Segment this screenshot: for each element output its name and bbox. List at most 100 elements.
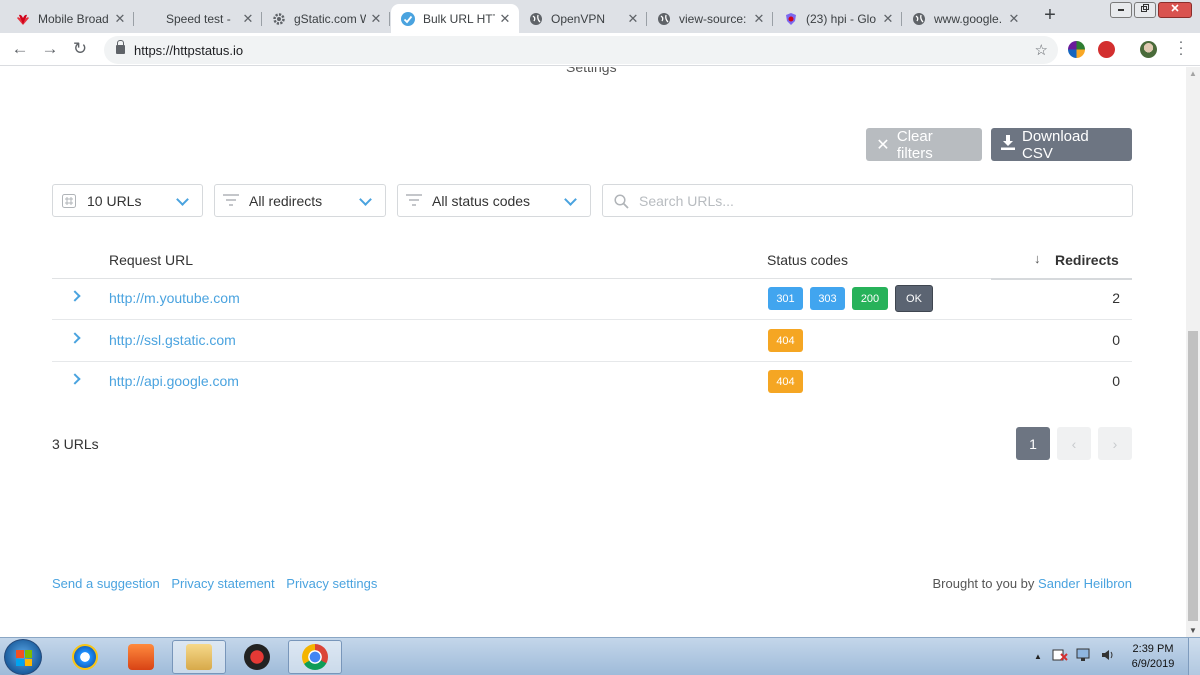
column-header-status: Status codes [767, 252, 848, 268]
redirects-dropdown[interactable]: All redirects [214, 184, 386, 217]
download-icon [1001, 134, 1015, 155]
status-badge: 404 [768, 329, 803, 352]
tab-speed-test[interactable]: Speed test - ✕ [134, 4, 262, 33]
close-icon[interactable]: ✕ [753, 11, 765, 27]
chevron-right-icon[interactable] [71, 290, 81, 300]
pagination-prev[interactable]: ‹ [1057, 427, 1091, 460]
table-row[interactable]: http://api.google.com 404 0 [52, 362, 1132, 403]
tab-mobile-broadband[interactable]: Mobile Broad ✕ [6, 4, 134, 33]
address-text: https://httpstatus.io [134, 43, 244, 58]
scrollbar-thumb[interactable] [1188, 331, 1198, 621]
close-icon[interactable]: ✕ [370, 11, 382, 27]
back-button[interactable]: ← [10, 40, 30, 60]
tab-title: (23) hpi - Glo [806, 11, 877, 26]
request-url-link[interactable]: http://ssl.gstatic.com [109, 332, 236, 348]
close-icon[interactable]: ✕ [499, 11, 511, 27]
privacy-settings-link[interactable]: Privacy settings [286, 576, 377, 591]
tab-title: OpenVPN [551, 11, 606, 26]
request-url-link[interactable]: http://m.youtube.com [109, 290, 240, 306]
volume-icon[interactable] [1100, 648, 1116, 665]
show-desktop-button[interactable] [1188, 638, 1200, 675]
close-icon[interactable]: ✕ [882, 11, 894, 27]
close-icon[interactable]: ✕ [1008, 11, 1020, 27]
tab-gstatic[interactable]: gStatic.com W ✕ [262, 4, 390, 33]
tab-bulk-url[interactable]: Bulk URL HTT ✕ [391, 4, 519, 33]
status-badge-ok: OK [895, 285, 933, 312]
start-button[interactable] [4, 639, 42, 675]
column-header-url: Request URL [109, 252, 194, 268]
chevron-right-icon[interactable] [71, 373, 81, 383]
reload-button[interactable]: ↻ [70, 40, 90, 60]
author-link[interactable]: Sander Heilbron [1038, 576, 1132, 591]
chevron-down-icon [359, 195, 371, 207]
close-icon[interactable]: ✕ [114, 11, 126, 27]
lock-icon [116, 40, 125, 54]
action-center-icon[interactable] [1052, 648, 1068, 665]
status-code-list: 404 [768, 329, 810, 352]
taskbar-media-player[interactable] [114, 640, 168, 674]
table-row[interactable]: http://m.youtube.com 301 303 200 OK 2 [52, 279, 1132, 320]
tab-title: gStatic.com W [294, 11, 366, 26]
adblock-icon[interactable] [1098, 41, 1115, 58]
request-url-link[interactable]: http://api.google.com [109, 373, 239, 389]
download-csv-button[interactable]: Download CSV [991, 128, 1132, 162]
status-codes-dropdown[interactable]: All status codes [397, 184, 591, 217]
footer-links: Send a suggestion Privacy statement Priv… [52, 576, 385, 591]
forward-button[interactable]: → [40, 40, 60, 60]
sort-arrow-icon[interactable]: ↓ [1034, 251, 1041, 266]
menu-icon[interactable]: · · · [1176, 34, 1186, 61]
vertical-scrollbar[interactable]: ▲ ▼ [1186, 67, 1200, 637]
settings-link[interactable]: Settings [566, 67, 617, 75]
column-header-redirects[interactable]: Redirects [1055, 252, 1119, 268]
window-close-button[interactable] [1158, 2, 1192, 18]
page-content: Settings ✕ Clear filters Download CSV 10… [0, 67, 1186, 637]
chrome-icon [302, 644, 328, 670]
restore-button[interactable] [1134, 2, 1156, 18]
filter-icon [223, 193, 239, 208]
status-badge: 404 [768, 370, 803, 393]
search-icon [613, 193, 629, 209]
taskbar-app[interactable] [230, 640, 284, 674]
taskbar-internet-explorer[interactable] [58, 640, 112, 674]
clear-filters-button[interactable]: ✕ Clear filters [866, 128, 982, 162]
extension-icon[interactable] [1068, 41, 1085, 58]
tab-hpi[interactable]: (23) hpi - Glo ✕ [774, 4, 902, 33]
taskbar-chrome[interactable] [288, 640, 342, 674]
privacy-statement-link[interactable]: Privacy statement [171, 576, 274, 591]
close-icon[interactable]: ✕ [627, 11, 639, 27]
scroll-up-icon[interactable]: ▲ [1189, 69, 1197, 78]
tab-view-source[interactable]: view-source: ✕ [647, 4, 773, 33]
network-icon[interactable] [1076, 648, 1092, 665]
minimize-button[interactable] [1110, 2, 1132, 18]
search-placeholder: Search URLs... [639, 192, 734, 209]
url-count-dropdown[interactable]: 10 URLs [52, 184, 203, 217]
shield-icon [784, 12, 798, 26]
pagination-page-1[interactable]: 1 [1016, 427, 1050, 460]
search-input[interactable]: Search URLs... [602, 184, 1133, 217]
result-count: 3 URLs [52, 436, 99, 452]
redirect-count: 2 [1112, 290, 1120, 306]
close-icon[interactable]: ✕ [242, 11, 254, 27]
app-icon [244, 644, 270, 670]
scroll-down-icon[interactable]: ▼ [1189, 626, 1197, 635]
table-row[interactable]: http://ssl.gstatic.com 404 0 [52, 321, 1132, 362]
new-tab-button[interactable]: + [1040, 5, 1060, 26]
taskbar-file-explorer[interactable] [172, 640, 226, 674]
avatar[interactable] [1140, 41, 1157, 58]
grid-icon [61, 193, 77, 208]
huawei-icon [16, 12, 30, 26]
pagination-next[interactable]: › [1098, 427, 1132, 460]
star-icon[interactable]: ☆ [1035, 41, 1048, 59]
tab-title: Speed test - [166, 11, 231, 26]
globe-icon [912, 12, 926, 26]
tab-openvpn[interactable]: OpenVPN ✕ [519, 4, 647, 33]
send-suggestion-link[interactable]: Send a suggestion [52, 576, 160, 591]
chevron-right-icon[interactable] [71, 332, 81, 342]
status-badge: 200 [852, 287, 888, 310]
clock-time: 2:39 PM [1132, 643, 1174, 655]
system-clock[interactable]: 2:39 PM 6/9/2019 [1128, 642, 1178, 672]
tray-expand-icon[interactable]: ▲ [1034, 652, 1042, 661]
gear-icon [272, 12, 286, 26]
address-bar[interactable]: https://httpstatus.io ☆ [104, 36, 1058, 64]
tab-google[interactable]: www.google. ✕ [902, 4, 1028, 33]
